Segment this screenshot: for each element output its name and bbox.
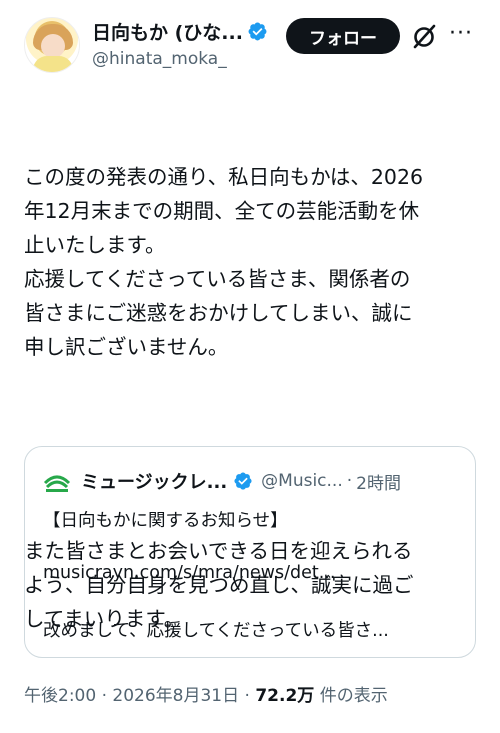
verified-badge-icon <box>248 22 267 41</box>
quote-timestamp[interactable]: 2時間 <box>356 469 401 494</box>
quote-link[interactable]: musicrayn.com/s/mra/news/det... <box>43 563 335 583</box>
quote-header: ミュージックレ... @Music... · 2時間 <box>43 467 401 495</box>
tweet-paragraph-1: この度の発表の通り、私日向もかは、2026 年12月末までの期間、全ての芸能活動… <box>24 165 424 359</box>
quote-author-name[interactable]: ミュージックレ... <box>81 468 227 494</box>
quote-excerpt: 改めまして、応援してくださっている皆さ... <box>43 621 389 641</box>
musicrayn-logo-icon <box>43 467 71 495</box>
meta-separator: · <box>101 686 107 706</box>
tweet-date[interactable]: 2026年8月31日 <box>112 686 239 706</box>
quote-author-handle[interactable]: @Music... <box>261 471 343 491</box>
avatar-face <box>41 34 65 58</box>
view-count-label: 件の表示 <box>319 686 388 706</box>
quote-title: 【日向もかに関するお知らせ】 <box>43 511 288 531</box>
view-count: 72.2万 <box>255 686 315 706</box>
tweet-time[interactable]: 午後2:00 <box>24 686 96 706</box>
more-icon[interactable]: ··· <box>449 23 479 48</box>
quote-tweet-card[interactable]: ミュージックレ... @Music... · 2時間 【日向もかに関するお知らせ… <box>24 446 476 658</box>
grok-icon[interactable] <box>409 22 439 52</box>
avatar-body <box>33 56 73 72</box>
tweet-meta: 午後2:00 · 2026年8月31日 · 72.2万 件の表示 <box>24 681 388 706</box>
avatar[interactable] <box>24 17 80 73</box>
quote-separator: · <box>346 471 353 491</box>
tweet-header: 日向もか (ひな... @hinata_moka_ フォロー ··· <box>0 0 500 84</box>
author-name-row[interactable]: 日向もか (ひな... <box>92 18 268 45</box>
follow-button[interactable]: フォロー <box>286 18 400 54</box>
author-display-name[interactable]: 日向もか (ひな... <box>92 18 243 45</box>
quote-verified-badge-icon <box>234 472 252 490</box>
meta-separator: · <box>244 686 250 706</box>
author-handle[interactable]: @hinata_moka_ <box>92 49 227 69</box>
